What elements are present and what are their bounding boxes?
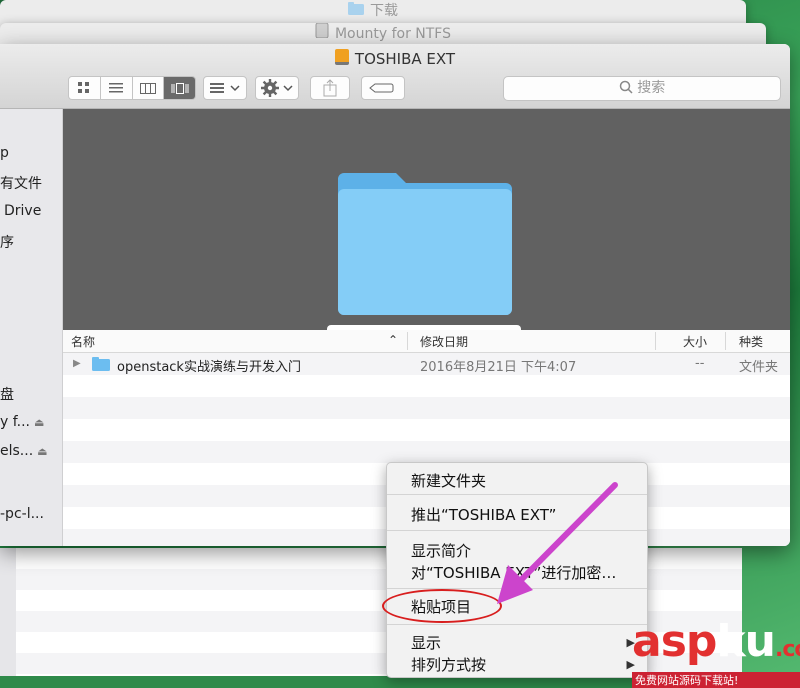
watermark-text: asp xyxy=(632,616,717,667)
watermark-text: ku xyxy=(716,616,776,667)
watermark-logo: aspku.com 免费网站源码下载站! xyxy=(632,620,800,688)
annotation-arrow-icon xyxy=(497,482,618,604)
watermark-text: .com xyxy=(774,637,800,662)
watermark-tagline: 免费网站源码下载站! xyxy=(632,672,800,688)
